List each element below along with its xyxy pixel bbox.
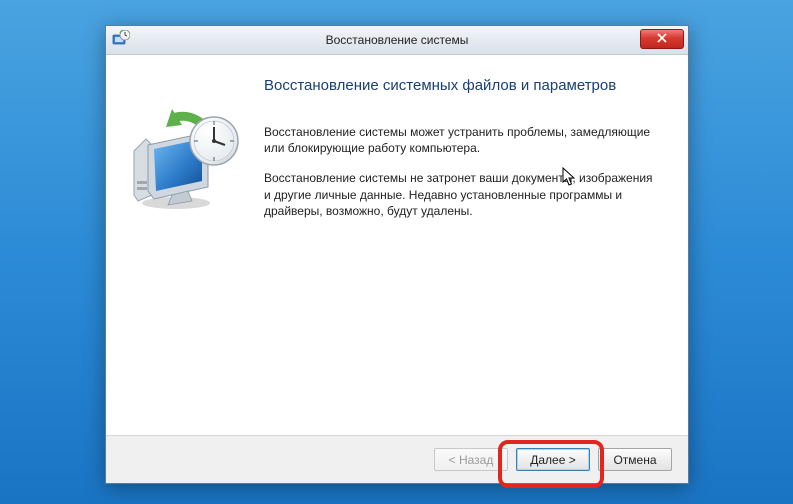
left-pane xyxy=(106,55,262,435)
page-heading: Восстановление системных файлов и параме… xyxy=(264,77,660,94)
system-restore-icon xyxy=(128,103,246,216)
cancel-button[interactable]: Отмена xyxy=(598,448,672,471)
window-title: Восстановление системы xyxy=(106,33,688,47)
back-button: < Назад xyxy=(434,448,508,471)
paragraph-2: Восстановление системы не затронет ваши … xyxy=(264,170,654,219)
titlebar: Восстановление системы xyxy=(106,26,688,55)
right-pane: Восстановление системных файлов и параме… xyxy=(262,55,688,435)
close-icon xyxy=(657,32,667,46)
dialog-body: Восстановление системных файлов и параме… xyxy=(106,55,688,435)
button-bar: < Назад Далее > Отмена xyxy=(106,435,688,483)
next-button[interactable]: Далее > xyxy=(516,448,590,471)
close-button[interactable] xyxy=(640,29,684,49)
paragraph-1: Восстановление системы может устранить п… xyxy=(264,124,654,156)
system-restore-window: Восстановление системы xyxy=(105,25,689,484)
